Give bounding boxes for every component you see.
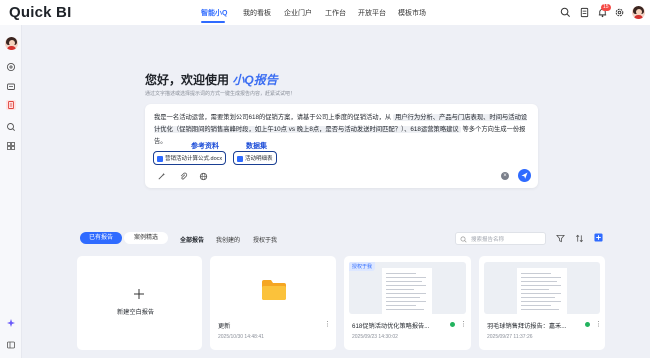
card-date: 2025/10/30 14:48:41 [218,334,264,340]
report-card[interactable]: 羽毛球销售拜访报告：嘉禾... ⋮ 2025/09/27 11:37:26 [479,256,605,350]
globe-icon[interactable] [199,172,208,181]
document-icon[interactable] [579,7,590,18]
sidebar [0,25,22,358]
card-thumbnail [484,262,600,320]
clear-input-button[interactable]: × [501,172,509,180]
sidebar-new-chat-icon[interactable] [6,62,16,72]
app-logo[interactable]: Quick BI [9,4,71,21]
top-bar: Quick BI 智能小Q 我的看板 企业门户 工作台 开放平台 模板市场 15 [0,0,650,25]
status-dot [585,322,590,327]
filter-authorized-to-me[interactable]: 授权于我 [253,235,277,244]
page-title: 您好，欢迎使用 小Q报告 [145,71,278,88]
new-blank-report-card[interactable]: 新建空白报告 [77,256,202,350]
folder-icon [262,280,286,300]
sort-icon[interactable] [575,234,584,243]
send-button[interactable] [518,169,531,182]
file-icon [157,155,163,162]
report-card[interactable]: 更新 ⋮ 2025/10/30 14:48:41 [210,256,336,350]
sparkle-icon[interactable] [6,318,16,328]
collapse-sidebar-icon[interactable] [6,340,16,350]
title-prefix: 您好，欢迎使用 [145,73,230,87]
more-options-icon[interactable]: ⋮ [324,320,331,328]
dataset-icon [237,155,243,162]
nav-open-platform[interactable]: 开放平台 [358,8,386,18]
nav-active-indicator [201,21,225,23]
attachment-file-chip[interactable]: 营销活动计算公式.docx [153,151,227,165]
document-preview [382,268,432,320]
sidebar-grid-icon[interactable] [6,141,16,151]
card-thumbnail [215,262,330,314]
nav-portal[interactable]: 企业门户 [284,8,312,18]
report-search-input[interactable]: 搜索报告名称 [455,232,546,245]
sidebar-report-item[interactable] [6,100,16,110]
plus-icon [134,289,144,299]
prompt-text-part1: 我是一名活动运营，需要策划公司618的促销方案，请基于公司上季度的促销活动，从 [154,114,392,121]
attachment-dataset-chip[interactable]: 活动明细表 [233,151,277,165]
add-icon[interactable] [594,233,603,242]
dataset-annotation: 数据集 [246,143,267,150]
authorized-tag: 授权于我 [349,262,376,271]
nav-template-market[interactable]: 模板市场 [398,8,426,18]
tab-case-picks[interactable]: 案例精选 [124,232,168,244]
card-title: 更新 [218,323,231,330]
report-card[interactable]: 授权于我 618促销活动优化策略报告... ⋮ 2025/09/23 14:30… [344,256,471,350]
attachment-file-name: 营销活动计算公式.docx [165,156,223,162]
user-avatar[interactable] [632,6,645,19]
search-icon[interactable] [560,7,571,18]
sidebar-search-icon[interactable] [6,122,16,132]
card-date: 2025/09/23 14:30:02 [352,334,398,340]
page-subtitle: 通过文字描述或选择提示词的方式一键生成报告内容，赶紧试试吧！ [145,91,296,97]
card-title: 新建空白报告 [117,309,155,316]
magic-wand-icon[interactable] [157,172,166,181]
search-icon [460,236,467,243]
card-title: 羽毛球销售拜访报告：嘉禾... [487,323,567,330]
card-date: 2025/09/27 11:37:26 [487,334,533,340]
attachment-icon[interactable] [179,172,188,181]
gear-icon[interactable] [614,7,625,18]
reference-annotation: 参考资料 [191,143,219,150]
nav-workbench[interactable]: 工作台 [325,8,346,18]
more-options-icon[interactable]: ⋮ [595,320,602,328]
status-dot [450,322,455,327]
document-preview [517,268,567,320]
title-accent: 小Q报告 [232,73,278,87]
card-title: 618促销活动优化策略报告... [352,323,430,330]
notification-badge: 15 [601,4,611,11]
filter-icon[interactable] [556,234,565,243]
tab-my-reports[interactable]: 已有报告 [80,232,122,244]
report-icon [8,101,14,109]
sidebar-avatar[interactable] [5,37,18,50]
more-options-icon[interactable]: ⋮ [460,320,467,328]
nav-my-dashboard[interactable]: 我的看板 [243,8,271,18]
attachment-dataset-name: 活动明细表 [245,156,273,162]
send-icon [521,172,528,179]
search-placeholder: 搜索报告名称 [471,237,505,243]
filter-created-by-me[interactable]: 我创建的 [216,235,240,244]
filter-all-reports[interactable]: 全部报告 [180,235,204,244]
sidebar-chat-icon[interactable] [6,82,16,92]
nav-smart-q[interactable]: 智能小Q [201,8,227,18]
